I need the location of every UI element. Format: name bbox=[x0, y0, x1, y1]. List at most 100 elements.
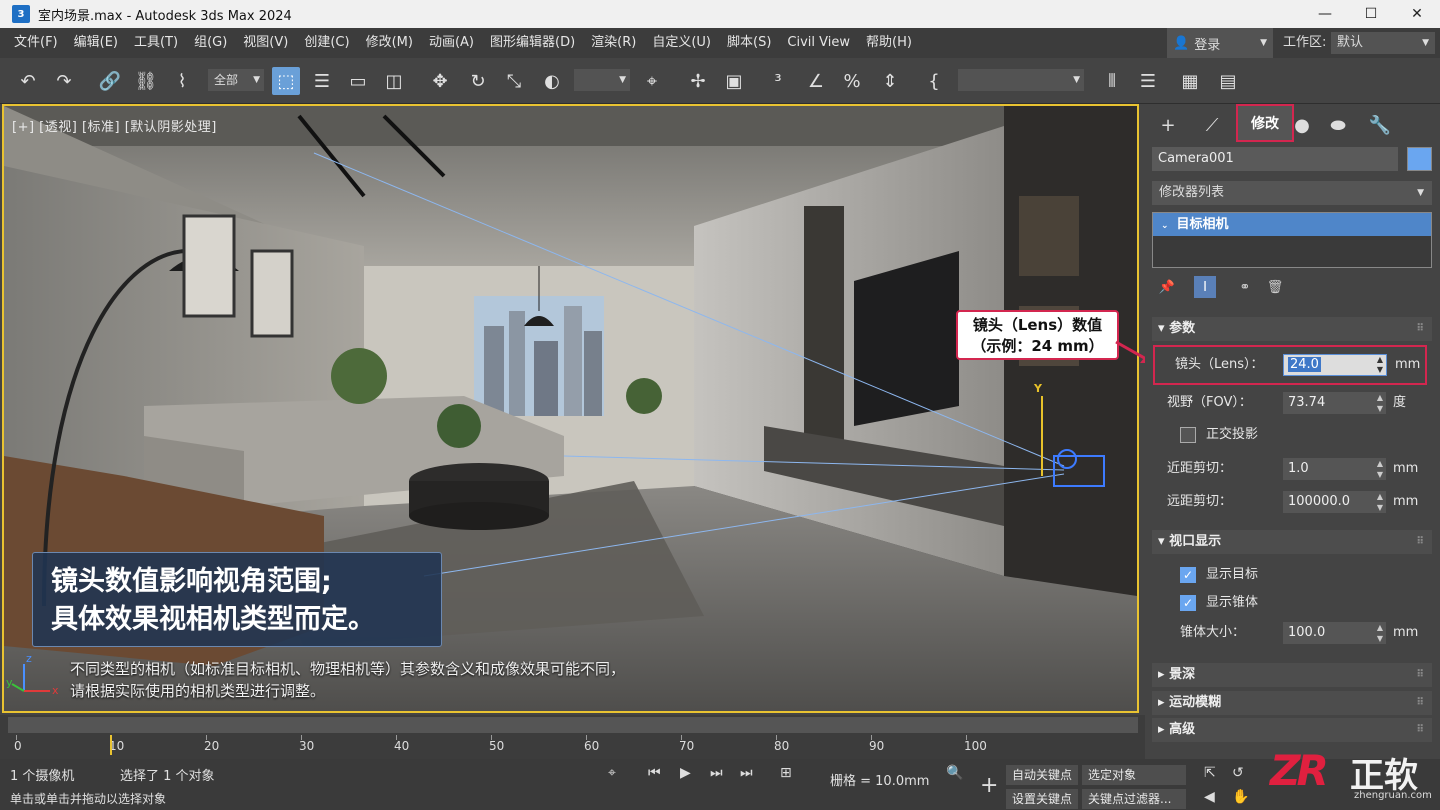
object-name-field[interactable]: Camera001 bbox=[1152, 147, 1398, 171]
reference-coordinate-icon[interactable]: ◐ bbox=[538, 67, 566, 95]
unlink-icon[interactable]: ⛓ bbox=[132, 67, 160, 95]
menu-graph-editors[interactable]: 图形编辑器(D) bbox=[482, 28, 583, 58]
undo-icon[interactable]: ↶ bbox=[14, 67, 42, 95]
key-mode-icon[interactable]: ⇱ bbox=[1204, 765, 1216, 781]
scene-explorer-icon[interactable]: ▦ bbox=[1176, 67, 1204, 95]
lens-spinner[interactable]: 24.0 ▲ ▼ bbox=[1283, 354, 1387, 376]
select-object-icon[interactable]: ⬚ bbox=[272, 67, 300, 95]
menu-views[interactable]: 视图(V) bbox=[235, 28, 296, 58]
frame-icon[interactable]: ◀ bbox=[1204, 789, 1215, 805]
modifier-list-select[interactable]: 修改器列表 ▼ bbox=[1152, 181, 1432, 205]
zoom-icon[interactable]: 🔍 bbox=[946, 765, 963, 781]
spinner-arrows-icon[interactable]: ▲ ▼ bbox=[1377, 491, 1383, 513]
next-frame-icon[interactable]: ⏭ bbox=[710, 765, 723, 781]
rotate-icon[interactable]: ↻ bbox=[464, 67, 492, 95]
pan-icon[interactable]: ✋ bbox=[1232, 789, 1249, 805]
login-button[interactable]: 👤 登录 ▼ bbox=[1167, 28, 1273, 58]
far-clip-spinner[interactable]: 100000.0 ▲ ▼ bbox=[1283, 491, 1386, 513]
move-icon[interactable]: ✥ bbox=[426, 67, 454, 95]
keyboard-shortcut-icon[interactable]: ▣ bbox=[720, 67, 748, 95]
show-end-result-icon[interactable]: I bbox=[1194, 276, 1216, 298]
remove-modifier-icon[interactable]: 🗑 bbox=[1264, 276, 1286, 298]
spinner-snap-icon[interactable]: ⇕ bbox=[876, 67, 904, 95]
mirror-icon[interactable]: ⫴ bbox=[1098, 67, 1126, 95]
redo-icon[interactable]: ↷ bbox=[50, 67, 78, 95]
show-cone-checkbox[interactable]: ✓ bbox=[1180, 595, 1196, 611]
menu-group[interactable]: 组(G) bbox=[186, 28, 235, 58]
named-selection-select[interactable]: ▼ bbox=[958, 69, 1084, 91]
go-to-end-icon[interactable]: ⏭ bbox=[740, 765, 753, 781]
reference-coordinate-select[interactable]: ▼ bbox=[574, 69, 630, 91]
show-target-checkbox[interactable]: ✓ bbox=[1180, 567, 1196, 583]
menu-create[interactable]: 创建(C) bbox=[296, 28, 357, 58]
menu-file[interactable]: 文件(F) bbox=[0, 28, 66, 58]
menu-customize[interactable]: 自定义(U) bbox=[644, 28, 719, 58]
dof-rollout-header[interactable]: ▸ 景深 ⠿ bbox=[1152, 663, 1432, 687]
utilities-tab-icon[interactable]: 🔧 bbox=[1363, 108, 1397, 142]
rectangular-selection-icon[interactable]: ▭ bbox=[344, 67, 372, 95]
scale-icon[interactable]: ⤡ bbox=[500, 67, 528, 95]
menu-modifiers[interactable]: 修改(M) bbox=[358, 28, 421, 58]
close-button[interactable]: ✕ bbox=[1394, 0, 1440, 28]
motion-tab-icon[interactable]: ● bbox=[1285, 108, 1319, 142]
make-unique-icon[interactable]: ⚭ bbox=[1234, 276, 1256, 298]
advanced-rollout-header[interactable]: ▸ 高级 ⠿ bbox=[1152, 718, 1432, 742]
viewport-label[interactable]: [+] [透视] [标准] [默认阴影处理] bbox=[12, 116, 217, 135]
menu-animation[interactable]: 动画(A) bbox=[421, 28, 482, 58]
spinner-arrows-icon[interactable]: ▲ ▼ bbox=[1377, 355, 1383, 375]
spinner-arrows-icon[interactable]: ▲ ▼ bbox=[1377, 392, 1383, 414]
named-selection-icon[interactable]: { bbox=[920, 67, 948, 95]
3dsmax-app-icon[interactable]: 3 bbox=[12, 5, 30, 23]
object-color-swatch[interactable] bbox=[1407, 147, 1432, 171]
percent-snap-icon[interactable]: % bbox=[838, 67, 866, 95]
create-tab[interactable]: + bbox=[1151, 108, 1185, 142]
minimize-button[interactable]: — bbox=[1302, 0, 1348, 28]
menu-help[interactable]: 帮助(H) bbox=[858, 28, 920, 58]
menu-scripting[interactable]: 脚本(S) bbox=[719, 28, 779, 58]
pivot-center-icon[interactable]: ⌖ bbox=[638, 67, 666, 95]
perspective-viewport[interactable]: [+] [透视] [标准] [默认阴影处理] Y z x y 镜头数值影响视角范… bbox=[2, 104, 1139, 713]
selected-object-select[interactable]: 选定对象 bbox=[1082, 765, 1186, 785]
display-tab-icon[interactable]: ⬬ bbox=[1321, 108, 1355, 142]
orbit-icon[interactable]: ↺ bbox=[1232, 765, 1244, 781]
hierarchy-tab-icon[interactable]: ⟋ bbox=[1195, 108, 1229, 142]
menu-rendering[interactable]: 渲染(R) bbox=[583, 28, 644, 58]
current-frame-marker[interactable] bbox=[110, 735, 112, 755]
select-by-name-icon[interactable]: ☰ bbox=[308, 67, 336, 95]
workspace-select[interactable]: 默认 ▼ bbox=[1331, 32, 1435, 54]
spinner-arrows-icon[interactable]: ▲ ▼ bbox=[1377, 622, 1383, 644]
align-icon[interactable]: ☰ bbox=[1134, 67, 1162, 95]
auto-key-button[interactable]: 自动关键点 bbox=[1006, 765, 1079, 785]
near-clip-spinner[interactable]: 1.0 ▲ ▼ bbox=[1283, 458, 1386, 480]
play-icon[interactable]: ▶ bbox=[680, 765, 691, 781]
timeline-ruler[interactable]: 0 10 20 30 40 50 60 70 80 90 100 bbox=[14, 735, 1136, 757]
link-icon[interactable]: 🔗 bbox=[96, 67, 124, 95]
params-rollout-header[interactable]: ▾ 参数 ⠿ bbox=[1152, 317, 1432, 341]
time-slider[interactable] bbox=[8, 717, 1138, 733]
set-key-button[interactable]: 设置关键点 bbox=[1006, 789, 1079, 809]
menu-edit[interactable]: 编辑(E) bbox=[66, 28, 126, 58]
go-to-start-icon[interactable]: ⏮ bbox=[648, 765, 661, 781]
select-manipulate-icon[interactable]: ✢ bbox=[684, 67, 712, 95]
time-config-icon[interactable]: ⊞ bbox=[780, 765, 792, 781]
snap-toggle-icon[interactable]: ³ bbox=[764, 67, 792, 95]
motion-blur-rollout-header[interactable]: ▸ 运动模糊 ⠿ bbox=[1152, 691, 1432, 715]
fov-spinner[interactable]: 73.74 ▲ ▼ bbox=[1283, 392, 1386, 414]
layer-explorer-icon[interactable]: ▤ bbox=[1214, 67, 1242, 95]
pin-stack-icon[interactable]: 📌 bbox=[1156, 276, 1178, 298]
angle-snap-icon[interactable]: ∠ bbox=[802, 67, 830, 95]
selection-filter-select[interactable]: 全部 ▼ bbox=[208, 69, 264, 91]
window-crossing-icon[interactable]: ◫ bbox=[380, 67, 408, 95]
isolate-icon[interactable]: ⌖ bbox=[608, 765, 616, 781]
cone-size-spinner[interactable]: 100.0 ▲ ▼ bbox=[1283, 622, 1386, 644]
add-key-icon[interactable]: + bbox=[980, 773, 998, 798]
menu-tools[interactable]: 工具(T) bbox=[126, 28, 186, 58]
spinner-arrows-icon[interactable]: ▲ ▼ bbox=[1377, 458, 1383, 480]
key-filter-button[interactable]: 关键点过滤器... bbox=[1082, 789, 1186, 809]
viewport-display-rollout-header[interactable]: ▾ 视口显示 ⠿ bbox=[1152, 530, 1432, 554]
menu-civil-view[interactable]: Civil View bbox=[779, 28, 858, 58]
maximize-button[interactable]: ☐ bbox=[1348, 0, 1394, 28]
stack-item-target-camera[interactable]: ⌄ 目标相机 bbox=[1153, 213, 1431, 236]
ortho-checkbox[interactable] bbox=[1180, 427, 1196, 443]
bind-space-warp-icon[interactable]: ⌇ bbox=[168, 67, 196, 95]
